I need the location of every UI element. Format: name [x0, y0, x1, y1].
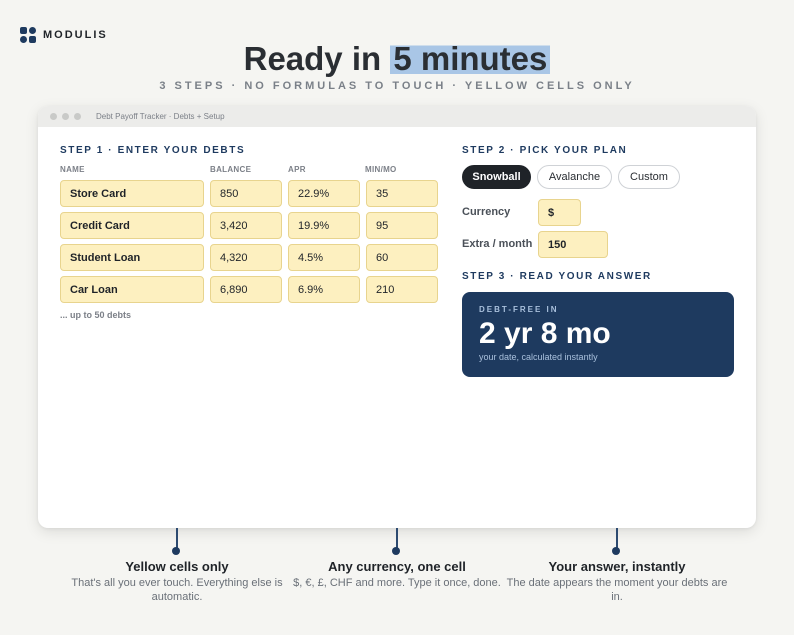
col-head-min: MIN/MO: [365, 165, 397, 174]
window-titlebar: Debt Payoff Tracker · Debts + Setup: [38, 106, 756, 127]
answer-card: DEBT-FREE IN 2 yr 8 mo your date, calcul…: [462, 292, 734, 377]
window-minimize-dot[interactable]: [62, 113, 69, 120]
connector-line: [396, 528, 398, 548]
col-head-balance: BALANCE: [210, 165, 252, 174]
step3-title: STEP 3 · READ YOUR ANSWER: [462, 271, 652, 282]
extra-month-label: Extra / month: [462, 238, 533, 250]
debt-name-cell[interactable]: Car Loan: [60, 276, 204, 303]
callout-desc: That's all you ever touch. Everything el…: [71, 577, 283, 603]
connector-dot: [392, 547, 400, 555]
callout-desc: $, €, £, CHF and more. Type it once, don…: [293, 577, 501, 589]
subheadline: 3 STEPS · NO FORMULAS TO TOUCH · YELLOW …: [159, 80, 635, 92]
debt-balance-cell[interactable]: 3,420: [210, 212, 282, 239]
callout-desc: The date appears the moment your debts a…: [506, 577, 728, 603]
headline-highlight: 5 minutes: [390, 40, 551, 77]
answer-subtext: your date, calculated instantly: [479, 352, 598, 362]
step2-title: STEP 2 · PICK YOUR PLAN: [462, 145, 628, 156]
headline: Ready in 5 minutes: [0, 40, 794, 78]
window-close-dot[interactable]: [50, 113, 57, 120]
connector-line: [176, 528, 178, 548]
answer-value: 2 yr 8 mo: [479, 317, 611, 350]
col-head-apr: APR: [288, 165, 306, 174]
headline-prefix: Ready in: [243, 40, 382, 77]
callout-currency: Any currency, one cell $, €, £, CHF and …: [282, 559, 512, 590]
plan-snowball-button[interactable]: Snowball: [462, 165, 531, 189]
app-window: Debt Payoff Tracker · Debts + Setup STEP…: [38, 106, 756, 528]
debt-min-cell[interactable]: 210: [366, 276, 438, 303]
debt-min-cell[interactable]: 35: [366, 180, 438, 207]
plan-avalanche-button[interactable]: Avalanche: [537, 165, 612, 189]
col-head-name: NAME: [60, 165, 85, 174]
connector-dot: [612, 547, 620, 555]
more-debts-note: ... up to 50 debts: [60, 310, 132, 320]
debt-name-cell[interactable]: Credit Card: [60, 212, 204, 239]
debt-apr-cell[interactable]: 19.9%: [288, 212, 360, 239]
debt-balance-cell[interactable]: 6,890: [210, 276, 282, 303]
debt-name-cell[interactable]: Store Card: [60, 180, 204, 207]
debt-name-cell[interactable]: Student Loan: [60, 244, 204, 271]
debt-apr-cell[interactable]: 6.9%: [288, 276, 360, 303]
callout-title: Any currency, one cell: [328, 559, 466, 574]
window-title: Debt Payoff Tracker · Debts + Setup: [96, 112, 225, 121]
callout-yellow-cells: Yellow cells only That's all you ever to…: [62, 559, 292, 604]
debt-balance-cell[interactable]: 850: [210, 180, 282, 207]
debt-apr-cell[interactable]: 22.9%: [288, 180, 360, 207]
currency-input[interactable]: $: [538, 199, 581, 226]
step1-title: STEP 1 · ENTER YOUR DEBTS: [60, 145, 246, 156]
connector-dot: [172, 547, 180, 555]
currency-label: Currency: [462, 206, 511, 218]
debt-min-cell[interactable]: 60: [366, 244, 438, 271]
extra-month-input[interactable]: 150: [538, 231, 608, 258]
debt-apr-cell[interactable]: 4.5%: [288, 244, 360, 271]
window-maximize-dot[interactable]: [74, 113, 81, 120]
plan-custom-button[interactable]: Custom: [618, 165, 680, 189]
connector-line: [616, 528, 618, 548]
debt-balance-cell[interactable]: 4,320: [210, 244, 282, 271]
debt-min-cell[interactable]: 95: [366, 212, 438, 239]
answer-label: DEBT-FREE IN: [479, 305, 559, 314]
callout-title: Yellow cells only: [125, 559, 229, 574]
callout-title: Your answer, instantly: [548, 559, 686, 574]
callout-answer: Your answer, instantly The date appears …: [502, 559, 732, 604]
